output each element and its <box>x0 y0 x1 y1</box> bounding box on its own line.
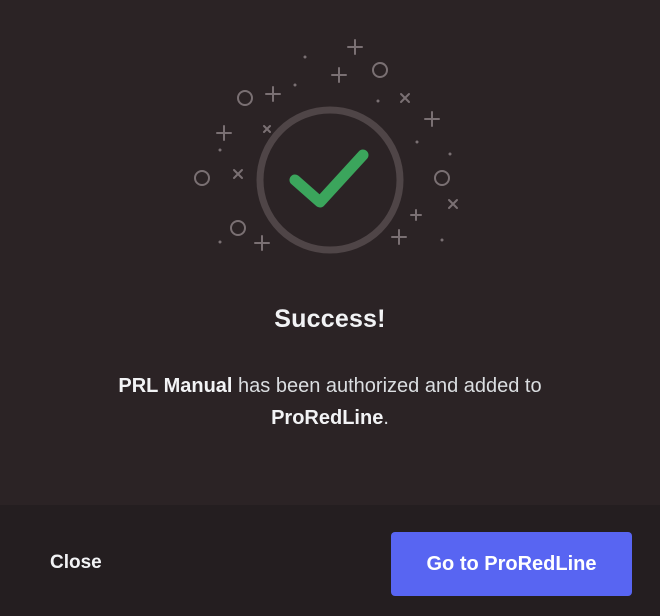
go-to-server-button[interactable]: Go to ProRedLine <box>391 532 632 596</box>
close-button[interactable]: Close <box>30 538 130 588</box>
success-ring <box>256 106 404 254</box>
dialog-body: Success! PRL Manual has been authorized … <box>0 0 660 505</box>
app-name: PRL Manual <box>118 375 233 397</box>
dialog-title: Success! <box>274 305 386 333</box>
dialog-footer: Close Go to ProRedLine <box>0 505 660 616</box>
dialog-message: PRL Manual has been authorized and added… <box>80 370 580 434</box>
server-name: ProRedLine <box>271 407 384 429</box>
authorization-success-dialog: Success! PRL Manual has been authorized … <box>0 0 660 616</box>
success-illustration <box>194 39 458 254</box>
message-end-text: . <box>383 407 389 429</box>
message-middle-text: has been authorized and added to <box>232 375 542 397</box>
